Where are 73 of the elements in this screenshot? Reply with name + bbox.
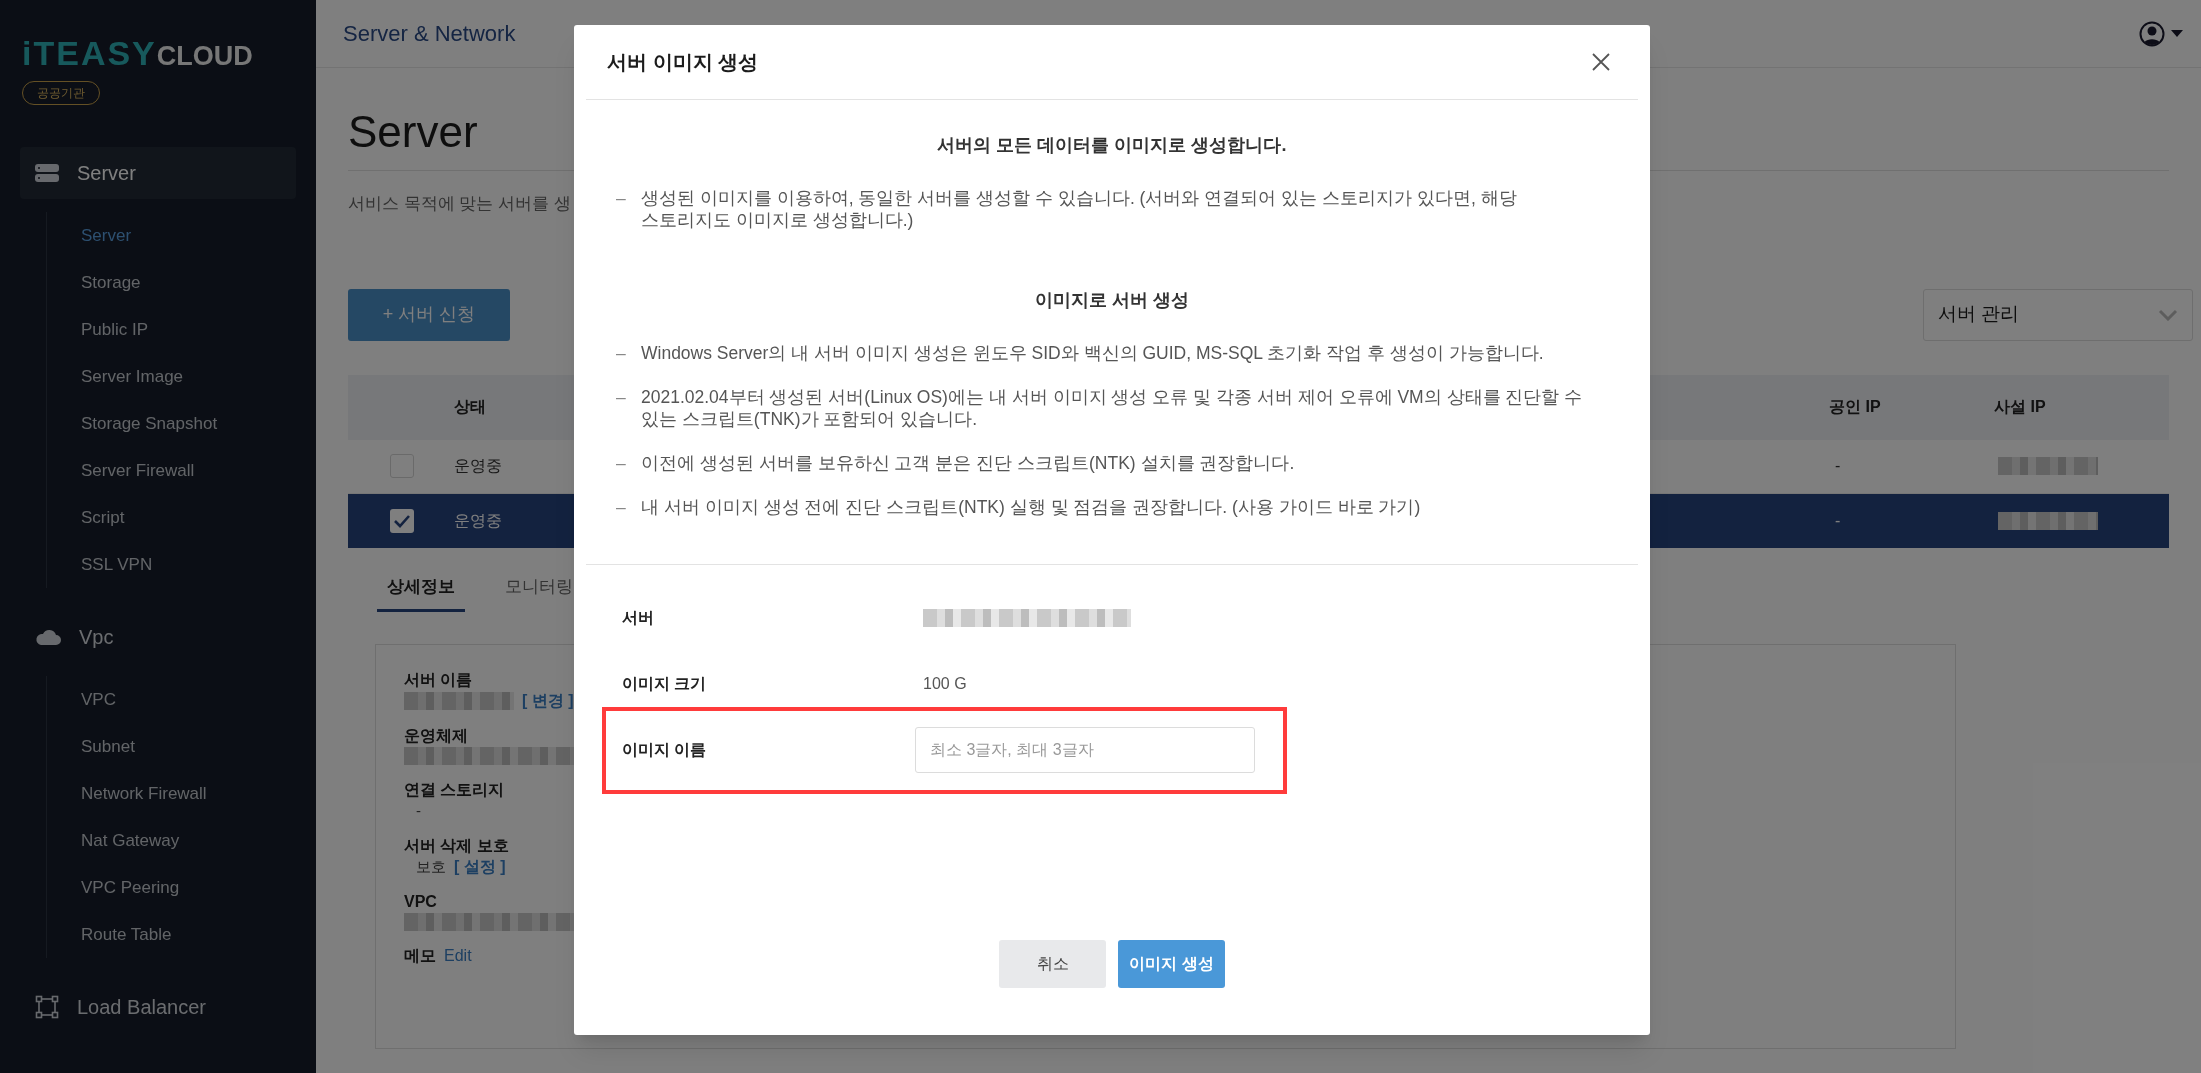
create-image-button[interactable]: 이미지 생성 xyxy=(1118,940,1225,988)
sidebar-item[interactable]: Server Image xyxy=(47,353,316,400)
cloud-icon xyxy=(35,628,61,646)
bullet-text: Windows Server의 내 서버 이미지 생성은 윈도우 SID와 백신의 GUID, MS-SQL 초기화 작업 후 생성이 가능합니다. xyxy=(641,342,1544,364)
sidebar-item[interactable]: Nat Gateway xyxy=(47,817,316,864)
server-icon xyxy=(35,163,59,183)
bullet-text: 내 서버 이미지 생성 전에 진단 스크립트(NTK) 실행 및 점검을 권장합니다. (사용 가이드 바로 가기) xyxy=(641,496,1421,518)
sidebar-group[interactable]: Server xyxy=(20,147,296,199)
page-title: Server xyxy=(348,106,478,158)
detail-label: 서버 이름 xyxy=(404,670,473,690)
user-avatar-icon xyxy=(2139,20,2165,47)
sidebar-item[interactable]: SSL VPN xyxy=(47,541,316,588)
sidebar-item[interactable]: Public IP xyxy=(47,306,316,353)
dialog-title: 서버 이미지 생성 xyxy=(607,50,759,75)
section-heading: 이미지로 서버 생성 xyxy=(1035,289,1189,312)
square-frame-icon xyxy=(35,995,59,1019)
detail-tab[interactable]: 상세정보 xyxy=(377,573,465,612)
logo-brand: iTEASY xyxy=(22,36,157,70)
bullet-marker: – xyxy=(616,496,627,518)
sidebar-item[interactable]: VPC Peering xyxy=(47,864,316,911)
close-icon xyxy=(1591,52,1611,72)
field-label: 이미지 크기 xyxy=(622,675,707,692)
column-header: 상태 xyxy=(454,397,486,417)
field-label: 이미지 이름 xyxy=(622,741,707,758)
bullet-marker: – xyxy=(616,342,627,364)
sidebar-item[interactable]: Storage xyxy=(47,259,316,306)
bullet-text: 2021.02.04부터 생성된 서버(Linux OS)에는 내 서버 이미지 생성 오류 및 각종 서버 제어 오류에 VM의 상태를 진단할 수 있는 스크립트(TNK)가 포함되어 있습니다. xyxy=(641,386,1584,430)
field-value: 100 G xyxy=(923,674,967,694)
image-name-input[interactable]: 최소 3글자, 최대 3글자 xyxy=(915,727,1255,773)
detail-link[interactable]: Edit xyxy=(444,946,472,966)
detail-label: 운영체제 xyxy=(404,726,468,746)
section-heading: 서버의 모든 데이터를 이미지로 생성합니다. xyxy=(937,134,1287,157)
top-nav-tab[interactable]: Server & Network xyxy=(343,17,516,50)
cancel-button[interactable]: 취소 xyxy=(999,940,1106,988)
field-label: 서버 xyxy=(622,609,654,626)
checkmark-icon xyxy=(393,513,411,528)
sidebar-item[interactable]: Server Firewall xyxy=(47,447,316,494)
sidebar-item[interactable]: Route Table xyxy=(47,911,316,958)
column-header: 사설 IP xyxy=(1994,397,2046,417)
column-header: 공인 IP xyxy=(1829,397,1881,417)
sidebar-item[interactable]: Network Firewall xyxy=(47,770,316,817)
bullet-text: 이전에 생성된 서버를 보유하신 고객 분은 진단 스크립트(NTK) 설치를 권장합니다. xyxy=(641,452,1295,474)
chevron-down-icon xyxy=(2158,308,2178,321)
checkbox[interactable] xyxy=(390,508,414,533)
sidebar-item[interactable]: VPC xyxy=(47,676,316,723)
detail-link[interactable]: [ 변경 ] xyxy=(522,691,574,711)
bullet-marker: – xyxy=(616,386,627,409)
caret-icon xyxy=(2171,30,2183,37)
bullet-text: 생성된 이미지를 이용하여, 동일한 서버를 생성할 수 있습니다. (서버와 연결되어 있는 스토리지가 있다면, 해당 스토리지도 이미지로 생성합니다.) xyxy=(641,187,1518,231)
sidebar-item[interactable]: Server xyxy=(47,212,316,259)
server-action-select[interactable]: 서버 관리 xyxy=(1923,288,2193,341)
account-menu[interactable] xyxy=(2139,20,2183,47)
table-cell-text: 운영중 xyxy=(454,456,502,476)
sidebar-item[interactable]: Subnet xyxy=(47,723,316,770)
detail-label: VPC xyxy=(404,892,437,912)
sidebar-group[interactable]: Vpc xyxy=(20,611,296,663)
table-cell-text: - xyxy=(1835,456,1841,476)
bullet-marker: – xyxy=(616,452,627,474)
detail-label: 연결 스토리지 xyxy=(404,780,505,800)
detail-value: 보호 xyxy=(415,857,446,877)
detail-label: 메모 xyxy=(404,946,436,966)
page-description: 서비스 목적에 맞는 서버를 생 xyxy=(348,193,571,215)
sidebar-item[interactable]: Script xyxy=(47,494,316,541)
table-cell-text: - xyxy=(1835,510,1841,531)
table-cell-text: 운영중 xyxy=(454,510,502,531)
detail-label: 서버 삭제 보호 xyxy=(404,836,509,856)
bullet-marker: – xyxy=(616,187,627,210)
sidebar-group[interactable]: Load Balancer xyxy=(20,981,296,1033)
create-server-button[interactable]: + 서버 신청 xyxy=(348,288,510,341)
detail-value: - xyxy=(415,801,421,821)
sidebar-item[interactable]: Storage Snapshot xyxy=(47,400,316,447)
detail-link[interactable]: [ 설정 ] xyxy=(454,857,506,877)
logo-suffix: CLOUD xyxy=(156,43,253,70)
